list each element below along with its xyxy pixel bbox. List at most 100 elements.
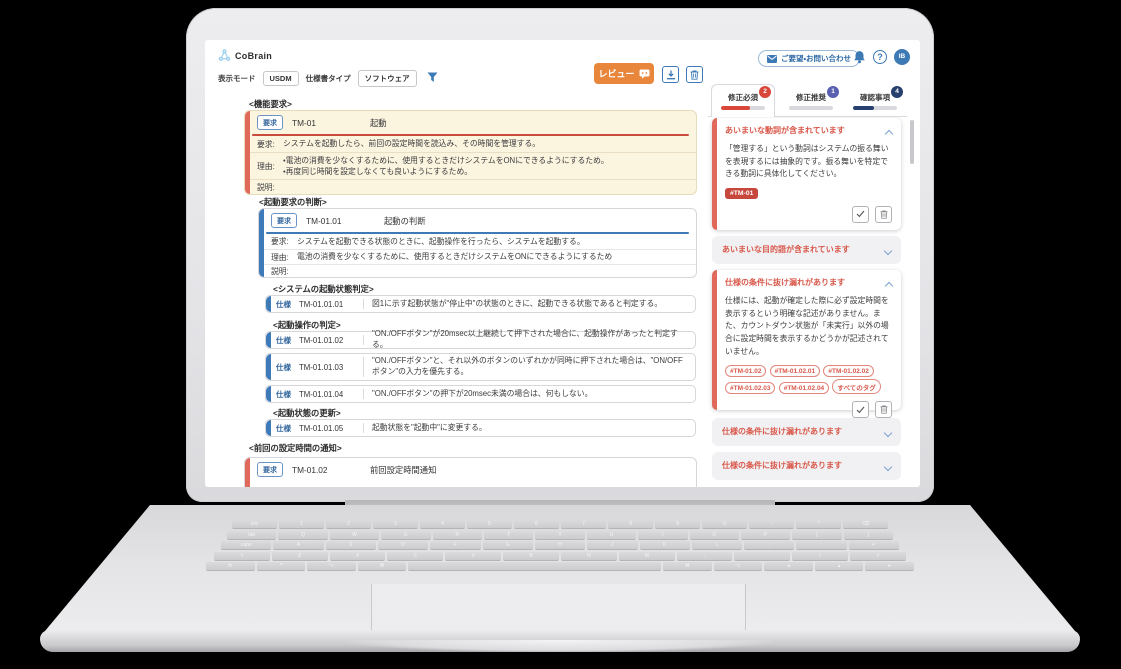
panel-scrollbar[interactable] (910, 120, 914, 164)
header-controls: 表示モード USDM 仕様書タイプ ソフトウェア (218, 70, 438, 87)
help-icon[interactable]: ? (873, 50, 887, 64)
tab-must-fix[interactable]: 修正必須 2 (711, 84, 775, 117)
chevron-down-icon (884, 462, 892, 470)
requirement-badge: 要求 (257, 462, 283, 477)
issue-tag[interactable]: #TM-01.02.04 (779, 382, 829, 394)
issue-card-missing-condition-2[interactable]: 仕様の条件に抜け漏れがあります (712, 418, 901, 446)
keyboard-key: fn (206, 562, 255, 571)
issue-title: 仕様の条件に抜け漏れがあります (722, 427, 842, 437)
issue-card-missing-condition-3[interactable]: 仕様の条件に抜け漏れがあります (712, 452, 901, 480)
spec-text: "ON./OFFボタン"が20msec以上継続して押下された場合に、起動操作があ… (372, 329, 695, 351)
row-label: 要求: (271, 236, 297, 247)
keyboard-key: J (587, 541, 637, 550)
issue-title: あいまいな動詞が含まれています (725, 126, 845, 136)
requirement-id: TM-01 (292, 118, 370, 128)
keyboard-key: 5 (467, 520, 512, 529)
keyboard-key: ⌥ (714, 562, 763, 571)
download-icon (666, 70, 676, 80)
review-button[interactable]: レビュー (594, 63, 654, 84)
tab-label: 修正推奨 1 (796, 92, 826, 103)
spec-badge: 仕様 (276, 389, 291, 400)
issue-tag[interactable]: #TM-01.02 (725, 365, 766, 377)
keyboard-key: V (445, 552, 501, 561)
laptop-screen: CoBrain 表示モード USDM 仕様書タイプ ソフトウェア ご要望・お問い… (205, 40, 920, 487)
requirement-badge: 要求 (257, 115, 283, 130)
notifications-bell-icon[interactable] (853, 50, 866, 66)
keyboard-key: , (677, 552, 733, 561)
dismiss-trash-button[interactable] (875, 401, 892, 418)
issue-title: 仕様の条件に抜け漏れがあります (722, 461, 842, 471)
keyboard-key: X (330, 552, 386, 561)
chevron-up-icon[interactable] (885, 130, 893, 138)
requirement-title: 前回設定時間通知 (370, 464, 436, 476)
display-mode-select[interactable]: USDM (263, 71, 299, 86)
filter-icon[interactable] (427, 72, 438, 85)
spec-type-select[interactable]: ソフトウェア (358, 70, 417, 87)
keyboard-key: / (792, 552, 848, 561)
keyboard-key: R (433, 531, 482, 540)
spec-text: "ON./OFFボタン"の押下が20msec未満の場合は、何もしない。 (372, 389, 598, 400)
spec-row-tm010104[interactable]: 仕様 TM-01.01.04 "ON./OFFボタン"の押下が20msec未満の… (265, 385, 696, 403)
row-text: システムを起動したら、前回の設定時間を読込み、その時間を管理する。 (283, 138, 540, 149)
keyboard-key: [ (792, 531, 841, 540)
row-label: 理由: (271, 252, 297, 263)
spec-row-tm010101[interactable]: 仕様 TM-01.01.01 図1に示す起動状態が"停止中"の状態のときに、起動… (265, 295, 696, 313)
keyboard-key: 9 (655, 520, 700, 529)
chevron-up-icon[interactable] (885, 282, 893, 290)
keyboard-key: 0 (702, 520, 747, 529)
issue-card-ambiguous-object[interactable]: あいまいな目的語が含まれています (712, 236, 901, 264)
keyboard-key: Q (278, 531, 327, 540)
keyboard-key: caps (221, 541, 271, 550)
dismiss-trash-button[interactable] (875, 206, 892, 223)
keyboard-key: ▴ (815, 562, 864, 571)
requirement-card-tm0102[interactable]: 要求 TM-01.02 前回設定時間通知 (244, 457, 697, 487)
trash-icon (690, 70, 699, 80)
requirement-header: 要求 TM-01 起動 (245, 111, 696, 134)
spec-type-label: 仕様書タイプ (306, 73, 351, 84)
cobrain-logo-icon (218, 49, 231, 62)
resolve-check-button[interactable] (852, 401, 869, 418)
keyboard-row: esc1234567890-^⌫ (232, 520, 888, 529)
section-heading-functional: <機能要求> (249, 98, 292, 110)
keyboard-row: tabQWERTYUIOP[] (227, 531, 893, 540)
issue-tag[interactable]: #TM-01.02.01 (770, 365, 820, 377)
spec-row-tm010105[interactable]: 仕様 TM-01.01.05 起動状態を"起動中"に変更する。 (265, 419, 696, 437)
avatar[interactable]: IB (894, 49, 910, 65)
keyboard-key: 8 (608, 520, 653, 529)
spec-row-tm010102[interactable]: 仕様 TM-01.01.02 "ON./OFFボタン"が20msec以上継続して… (265, 331, 696, 349)
spacebar-key (408, 562, 661, 571)
keyboard-key: 7 (561, 520, 606, 529)
tab-confirm-items[interactable]: 確認事項 4 (843, 84, 907, 117)
row-label: 説明: (271, 266, 297, 277)
delete-button[interactable] (686, 66, 703, 83)
download-button[interactable] (662, 66, 679, 83)
issue-tag[interactable]: #TM-01.02.03 (725, 382, 775, 394)
issue-tags: #TM-01.02 #TM-01.02.01 #TM-01.02.02 #TM-… (725, 363, 892, 394)
laptop-thumb-notch (350, 640, 770, 652)
keyboard-key: ⇧ (850, 552, 906, 561)
spec-row-tm010103[interactable]: 仕様 TM-01.01.03 "ON./OFFボタン"と、それ以外のボタンのいず… (265, 353, 696, 381)
section-heading-notify: <前回の設定時間の通知> (249, 442, 342, 454)
issue-tag-all[interactable]: すべてのタグ (832, 379, 880, 394)
spec-text: "ON./OFFボタン"と、それ以外のボタンのいずれかが同時に押下された場合は、… (372, 356, 695, 378)
requirement-card-tm01[interactable]: 要求 TM-01 起動 要求: システムを起動したら、前回の設定時間を読込み、そ… (244, 110, 697, 195)
keyboard-key: - (749, 520, 794, 529)
requirement-row: 要求: システムを起動できる状態のときに、起動操作を行ったら、システムを起動する… (259, 234, 696, 249)
keyboard-key: H (535, 541, 585, 550)
row-text: 電池の消費を少なくするために、使用するときだけシステムをONにできるようにするた… (297, 251, 612, 262)
keyboard-key: ▸ (865, 562, 914, 571)
tab-recommended-fix[interactable]: 修正推奨 1 (779, 84, 843, 117)
keyboard-key: C (387, 552, 443, 561)
spec-divider (363, 335, 364, 345)
requirement-card-tm0101[interactable]: 要求 TM-01.01 起動の判断 要求: システムを起動できる状態のときに、起… (258, 208, 697, 278)
keyboard-key: ⌘ (663, 562, 712, 571)
tab-progress (853, 106, 897, 110)
keyboard-key: ⌥ (307, 562, 356, 571)
contact-button[interactable]: ご要望・お問い合わせ (758, 50, 860, 67)
issue-tag[interactable]: #TM-01.02.02 (823, 365, 873, 377)
issue-tag[interactable]: #TM-01 (725, 188, 758, 199)
keyboard-row: ⇧ZXCVBNM,./⇧ (214, 552, 906, 561)
issue-card-ambiguous-verb: あいまいな動詞が含まれています 「管理する」という動詞はシステムの振る舞いを表現… (712, 118, 901, 230)
keyboard-key: 3 (373, 520, 418, 529)
resolve-check-button[interactable] (852, 206, 869, 223)
